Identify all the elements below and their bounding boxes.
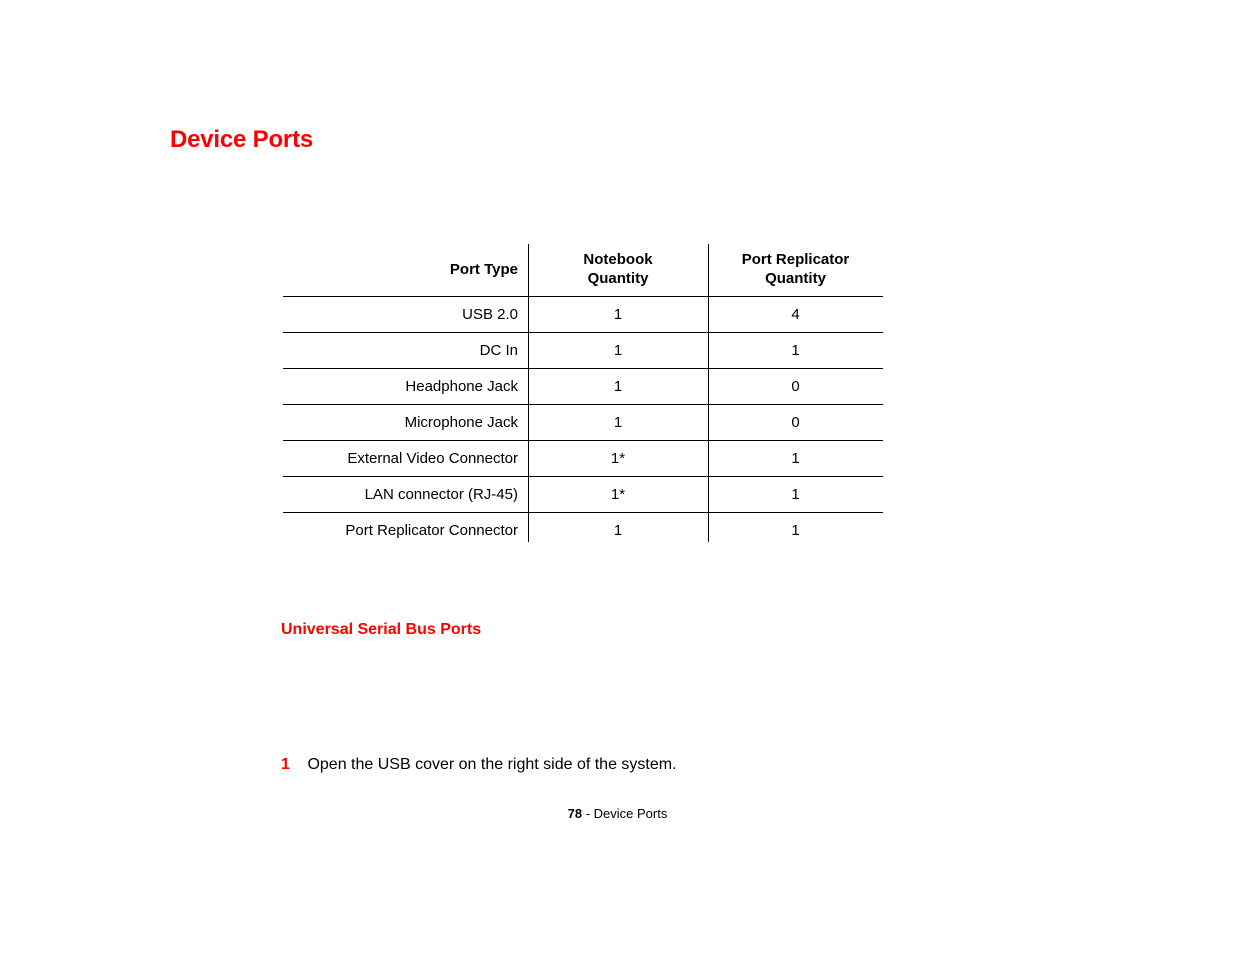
port-label: Headphone Jack (283, 369, 528, 405)
replicator-qty: 1 (708, 333, 883, 369)
port-label: External Video Connector (283, 441, 528, 477)
replicator-qty: 1 (708, 441, 883, 477)
port-label: USB 2.0 (283, 297, 528, 333)
page-footer: 78 - Device Ports (0, 806, 1235, 821)
replicator-qty: 0 (708, 369, 883, 405)
table-row: LAN connector (RJ-45) 1* 1 (283, 477, 883, 513)
notebook-qty: 1 (528, 513, 708, 549)
ports-table-container: Port Type NotebookQuantity Port Replicat… (283, 244, 883, 548)
notebook-qty: 1* (528, 477, 708, 513)
footer-section-name: Device Ports (594, 806, 668, 821)
page-number: 78 (568, 806, 582, 821)
header-port-type: Port Type (283, 244, 528, 297)
notebook-qty: 1 (528, 333, 708, 369)
table-row: USB 2.0 1 4 (283, 297, 883, 333)
port-label: Port Replicator Connector (283, 513, 528, 549)
replicator-qty: 4 (708, 297, 883, 333)
table-header-row: Port Type NotebookQuantity Port Replicat… (283, 244, 883, 297)
header-notebook-qty: NotebookQuantity (528, 244, 708, 297)
notebook-qty: 1* (528, 441, 708, 477)
port-label: DC In (283, 333, 528, 369)
port-label: Microphone Jack (283, 405, 528, 441)
section-subheading: Universal Serial Bus Ports (281, 621, 481, 639)
page-heading: Device Ports (170, 126, 313, 154)
notebook-qty: 1 (528, 297, 708, 333)
step-item: 1 Open the USB cover on the right side o… (281, 756, 677, 774)
replicator-qty: 1 (708, 477, 883, 513)
step-text: Open the USB cover on the right side of … (307, 756, 676, 773)
table-row: Microphone Jack 1 0 (283, 405, 883, 441)
step-number: 1 (281, 756, 303, 774)
document-page: Device Ports Port Type NotebookQuantity … (0, 0, 1235, 954)
port-label: LAN connector (RJ-45) (283, 477, 528, 513)
header-replicator-qty: Port ReplicatorQuantity (708, 244, 883, 297)
table-divider-right (708, 244, 709, 542)
replicator-qty: 1 (708, 513, 883, 549)
replicator-qty: 0 (708, 405, 883, 441)
notebook-qty: 1 (528, 405, 708, 441)
table-row: External Video Connector 1* 1 (283, 441, 883, 477)
table-row: DC In 1 1 (283, 333, 883, 369)
footer-separator: - (582, 806, 594, 821)
table-row: Headphone Jack 1 0 (283, 369, 883, 405)
ports-table: Port Type NotebookQuantity Port Replicat… (283, 244, 883, 548)
table-row: Port Replicator Connector 1 1 (283, 513, 883, 549)
table-divider-left (528, 244, 529, 542)
notebook-qty: 1 (528, 369, 708, 405)
